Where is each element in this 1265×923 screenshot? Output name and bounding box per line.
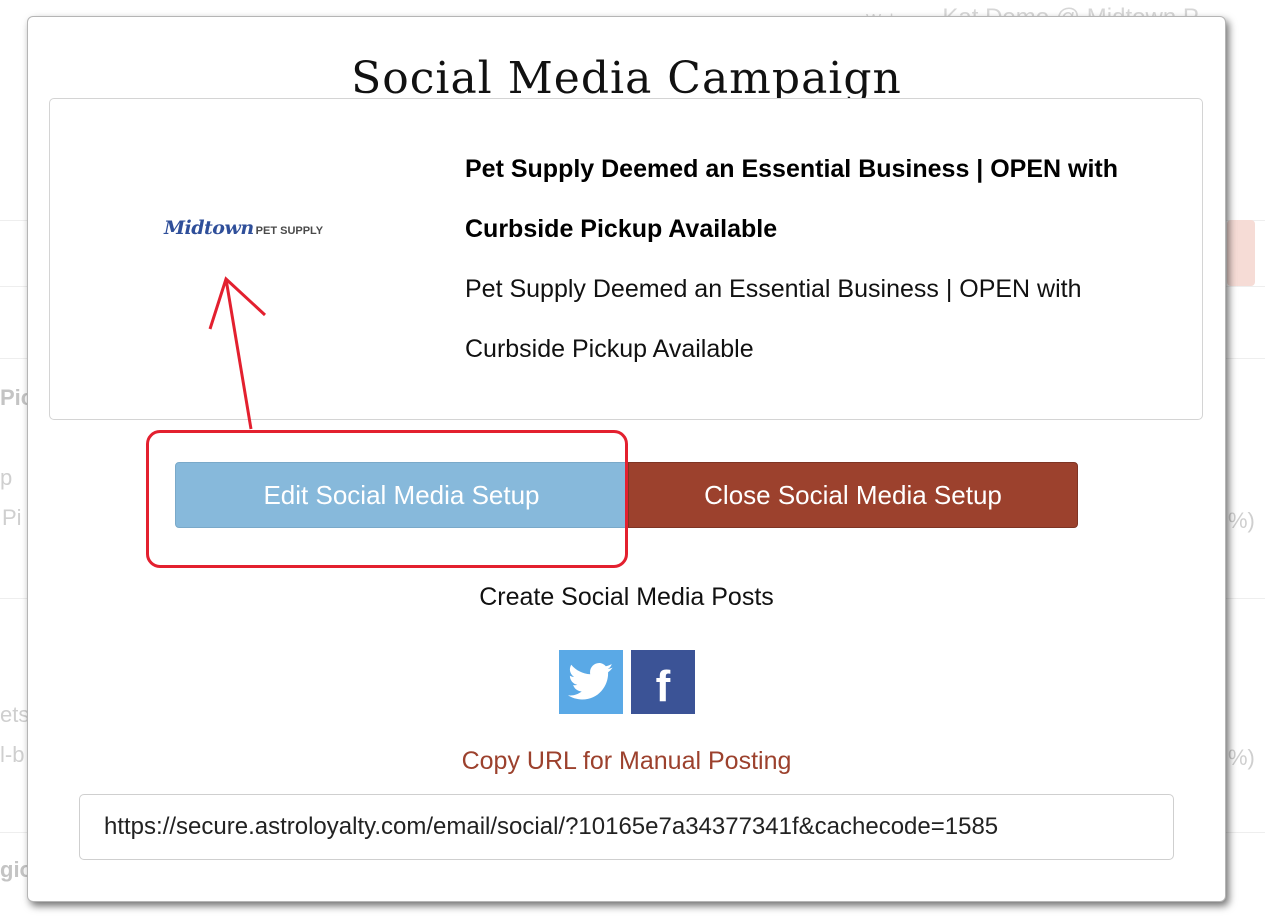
logo-script: Midtown	[164, 217, 254, 239]
edit-social-media-setup-button[interactable]: Edit Social Media Setup	[175, 462, 628, 528]
twitter-icon	[568, 663, 614, 700]
create-posts-label: Create Social Media Posts	[479, 583, 774, 611]
logo-subtitle: PET SUPPLY	[255, 225, 324, 237]
facebook-share-button[interactable]: f	[631, 650, 695, 714]
copy-url-link[interactable]: Copy URL for Manual Posting	[28, 747, 1225, 776]
facebook-icon: f	[655, 662, 671, 711]
post-title: Pet Supply Deemed an Essential Business …	[465, 155, 1119, 243]
background-button	[1227, 220, 1255, 286]
twitter-share-button[interactable]	[559, 650, 623, 714]
midtown-logo: Midtown PET SUPPLY	[164, 217, 323, 239]
modal-title: Social Media Campaign	[351, 53, 902, 104]
share-url-field[interactable]	[79, 794, 1174, 860]
post-description: Pet Supply Deemed an Essential Business …	[465, 275, 1082, 363]
post-preview-card: Midtown PET SUPPLY Pet Supply Deemed an E…	[49, 98, 1203, 420]
social-media-modal: Social Media Campaign Midtown PET SUPPLY …	[27, 16, 1226, 902]
close-social-media-setup-button[interactable]: Close Social Media Setup	[628, 462, 1078, 528]
social-share-buttons: f	[559, 650, 695, 714]
